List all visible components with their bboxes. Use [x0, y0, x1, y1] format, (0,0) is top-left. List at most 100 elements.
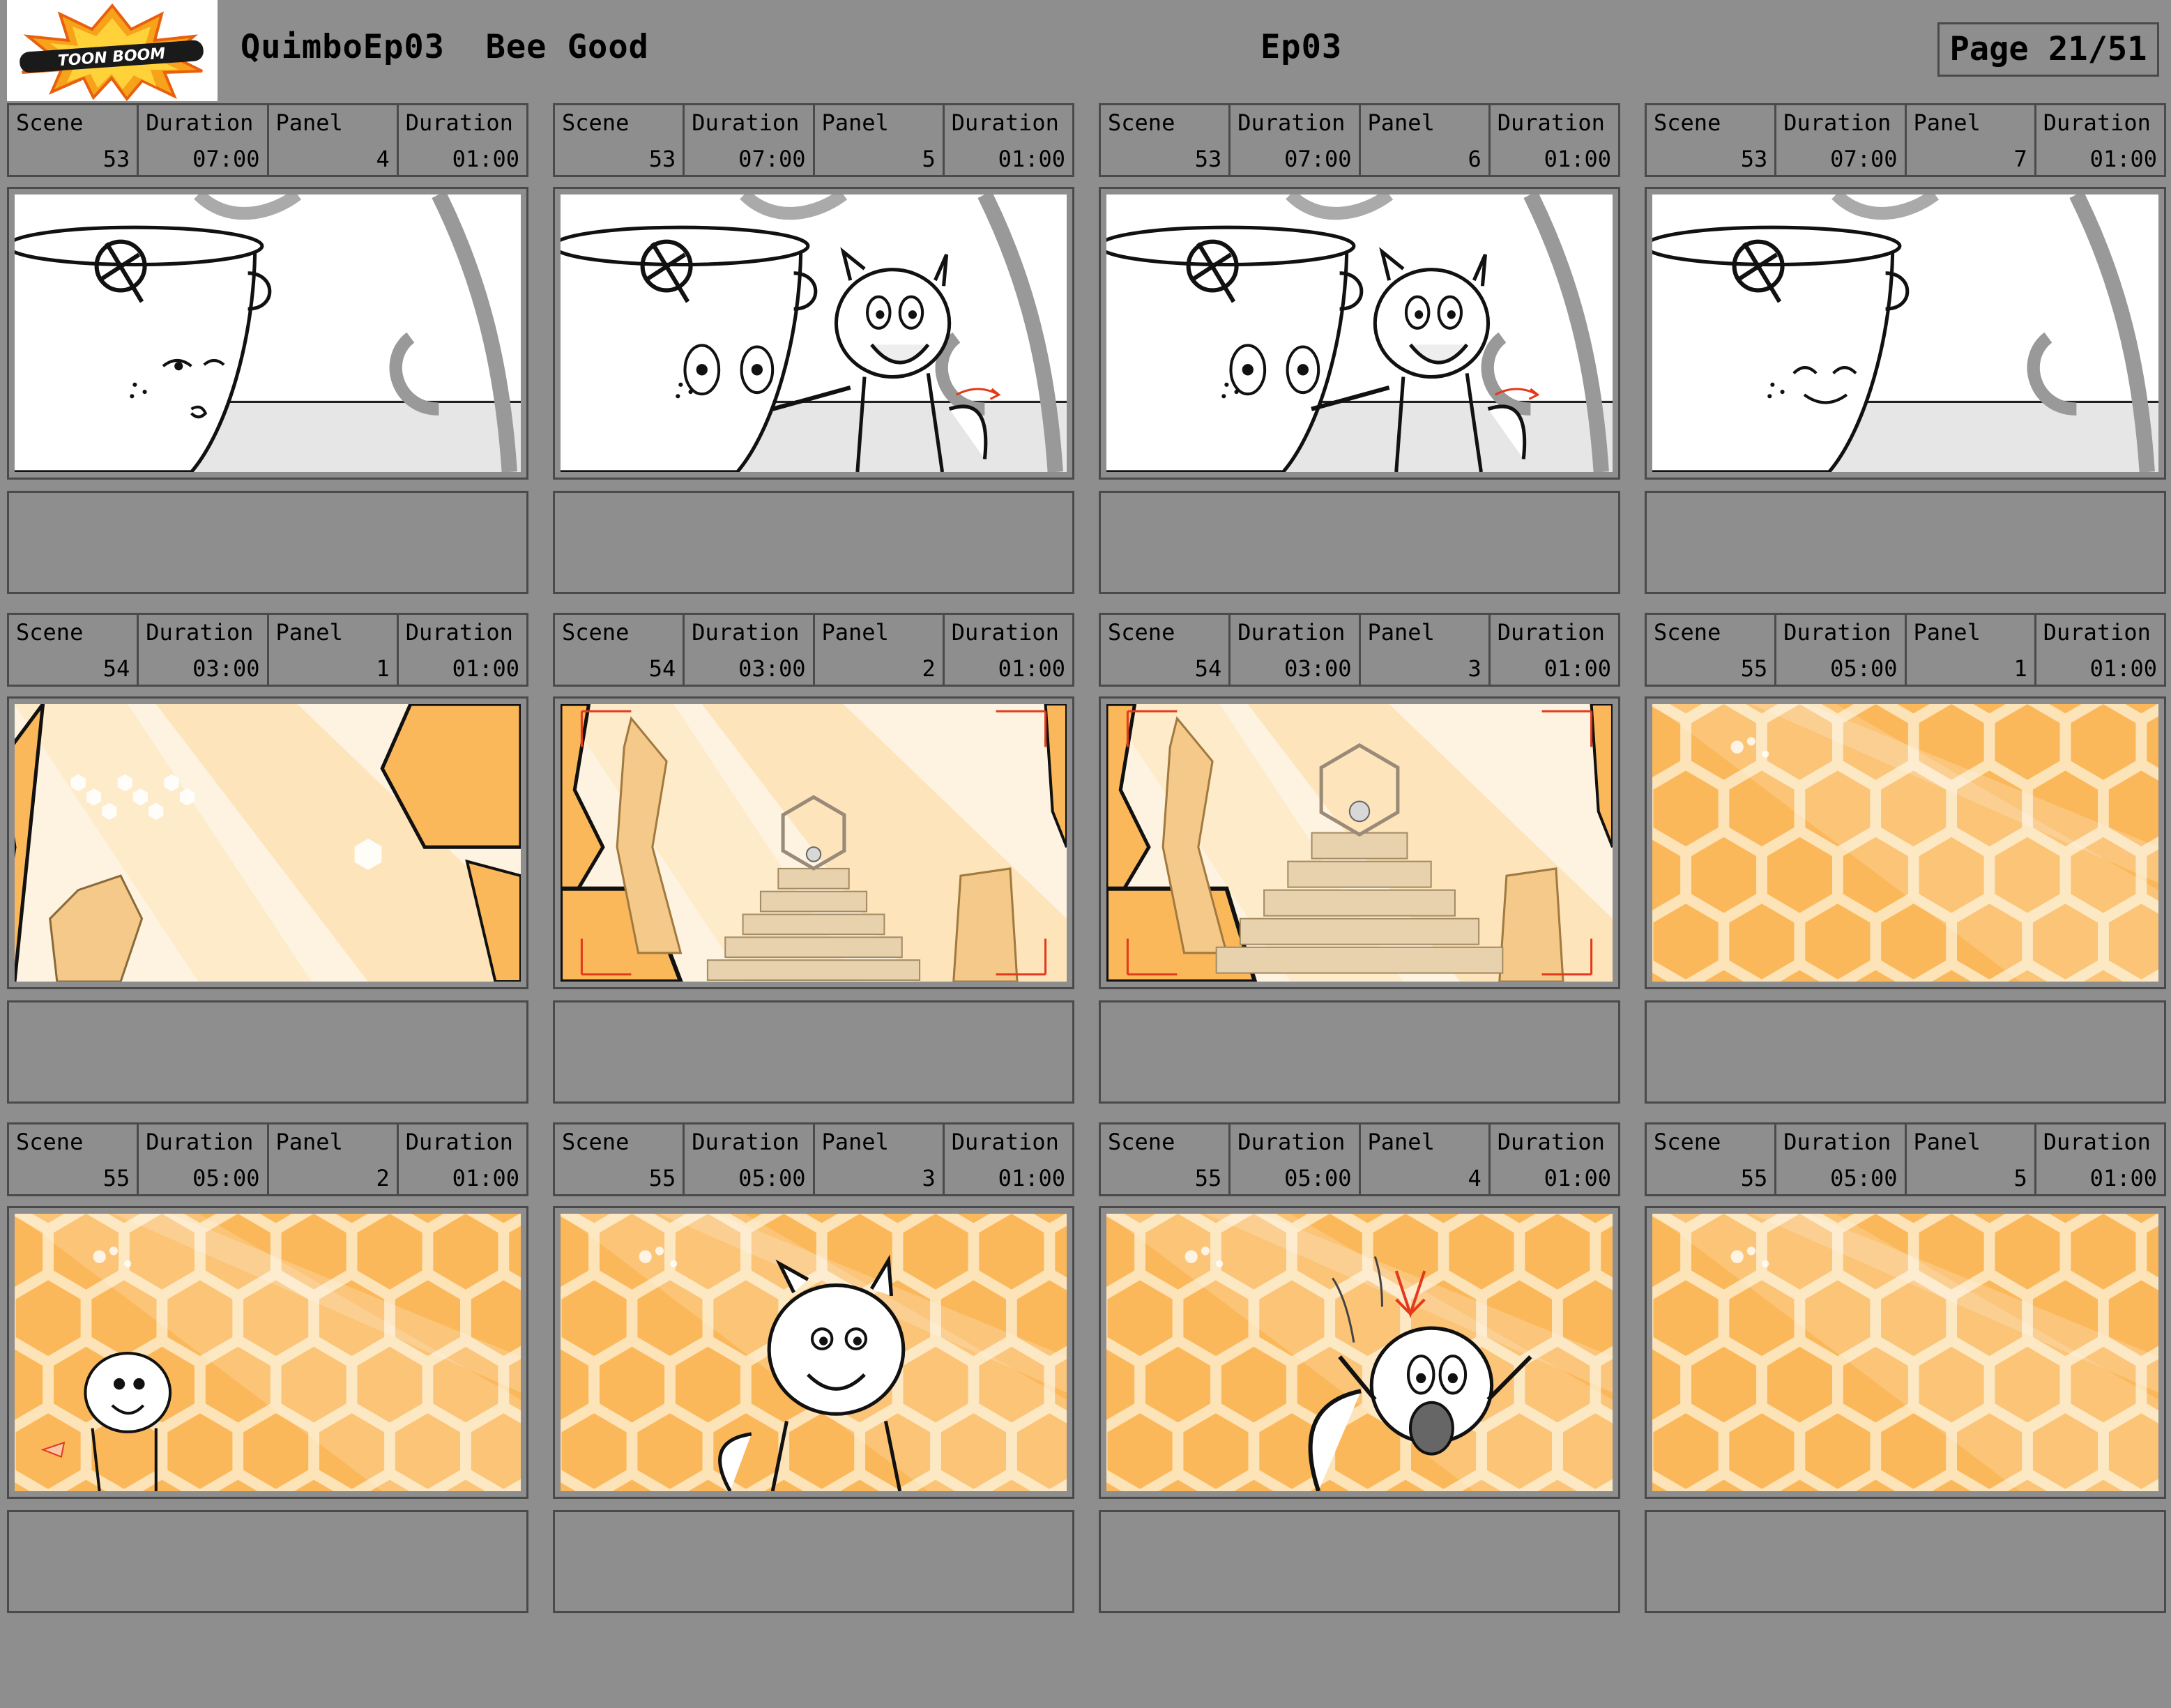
panel-duration-value: 01:00: [452, 1165, 519, 1191]
scene-cell: Scene 55: [9, 1124, 139, 1194]
storyboard-panel-4[interactable]: Scene 53 Duration 07:00 Panel 7 Duration…: [1645, 103, 2166, 689]
panel-info-bar: Scene 54 Duration 03:00 Panel 3 Duration…: [1099, 613, 1620, 687]
panel-image-frame[interactable]: [1645, 187, 2166, 480]
project-name: QuimboEp03: [241, 28, 445, 66]
panel-image-frame[interactable]: [1099, 696, 1620, 989]
scene-duration-cell: Duration 07:00: [1776, 105, 1907, 175]
storyboard-panel-9[interactable]: Scene 55 Duration 05:00 Panel 2 Duration…: [7, 1122, 528, 1708]
panel-notes[interactable]: [553, 1510, 1074, 1613]
panel-cell: Panel 3: [815, 1124, 945, 1194]
storyboard-panel-8[interactable]: Scene 55 Duration 05:00 Panel 1 Duration…: [1645, 613, 2166, 1198]
scene-label: Scene: [1108, 1129, 1175, 1155]
panel-image-frame[interactable]: [553, 187, 1074, 480]
panel-label: Panel: [1367, 619, 1435, 646]
toon-boom-logo: TOON BOOM: [7, 0, 218, 101]
panel-number: 5: [2013, 1165, 2027, 1191]
panel-info-bar: Scene 55 Duration 05:00 Panel 3 Duration…: [553, 1122, 1074, 1196]
panel-cell: Panel 7: [1907, 105, 2036, 175]
panel-duration-cell: Duration 01:00: [399, 1124, 526, 1194]
panel-artwork-hive-interior-light: [15, 704, 521, 982]
scene-duration-value: 05:00: [738, 1165, 806, 1191]
panel-info-bar: Scene 55 Duration 05:00 Panel 4 Duration…: [1099, 1122, 1620, 1196]
panel-notes[interactable]: [1645, 1000, 2166, 1104]
panel-duration-value: 01:00: [998, 655, 1065, 682]
panel-cell: Panel 4: [1361, 1124, 1491, 1194]
panel-duration-value: 01:00: [2089, 146, 2157, 172]
scene-label: Scene: [1654, 619, 1721, 646]
storyboard-panel-10[interactable]: Scene 55 Duration 05:00 Panel 3 Duration…: [553, 1122, 1074, 1708]
panel-image-frame[interactable]: [7, 696, 528, 989]
panel-label: Panel: [821, 619, 889, 646]
storyboard-panel-7[interactable]: Scene 54 Duration 03:00 Panel 3 Duration…: [1099, 613, 1620, 1198]
panel-cell: Panel 1: [1907, 615, 2036, 685]
storyboard-panel-11[interactable]: Scene 55 Duration 05:00 Panel 4 Duration…: [1099, 1122, 1620, 1708]
panel-image-frame[interactable]: [1645, 696, 2166, 989]
scene-label: Scene: [1108, 619, 1175, 646]
panel-notes[interactable]: [7, 1000, 528, 1104]
panel-image-frame[interactable]: [1099, 1206, 1620, 1499]
storyboard-panel-5[interactable]: Scene 54 Duration 03:00 Panel 1 Duration…: [7, 613, 528, 1198]
panel-image-frame[interactable]: [1645, 1206, 2166, 1499]
storyboard-panel-6[interactable]: Scene 54 Duration 03:00 Panel 2 Duration…: [553, 613, 1074, 1198]
episode-title: Bee Good: [485, 28, 649, 66]
panel-duration-value: 01:00: [1544, 1165, 1611, 1191]
panel-info-bar: Scene 53 Duration 07:00 Panel 6 Duration…: [1099, 103, 1620, 177]
panel-artwork-cup-scene-squirrel-pointing: [561, 195, 1067, 472]
panel-artwork-cup-scene-sleepy: [15, 195, 521, 472]
scene-duration-cell: Duration 03:00: [1231, 615, 1361, 685]
panel-artwork-cup-scene-smiling: [1652, 195, 2158, 472]
scene-duration-label: Duration: [146, 1129, 254, 1155]
panel-notes[interactable]: [1099, 491, 1620, 594]
scene-label: Scene: [16, 109, 84, 136]
scene-duration-label: Duration: [692, 1129, 800, 1155]
panel-number: 4: [1468, 1165, 1481, 1191]
panel-number: 1: [2013, 655, 2027, 682]
storyboard-panel-1[interactable]: Scene 53 Duration 07:00 Panel 4 Duration…: [7, 103, 528, 689]
panel-duration-cell: Duration 01:00: [1491, 1124, 1618, 1194]
panel-artwork-honeycomb-squirrel-small: [15, 1214, 521, 1491]
panel-number: 3: [1468, 655, 1481, 682]
panel-image-frame[interactable]: [7, 1206, 528, 1499]
panel-image-frame[interactable]: [7, 187, 528, 480]
panel-notes[interactable]: [7, 1510, 528, 1613]
storyboard-panel-2[interactable]: Scene 53 Duration 07:00 Panel 5 Duration…: [553, 103, 1074, 689]
panel-notes[interactable]: [1645, 491, 2166, 594]
panel-info-bar: Scene 55 Duration 05:00 Panel 1 Duration…: [1645, 613, 2166, 687]
panel-artwork-honeycomb-squirrel-medium: [561, 1214, 1067, 1491]
scene-duration-cell: Duration 05:00: [1776, 615, 1907, 685]
panel-duration-cell: Duration 01:00: [945, 1124, 1072, 1194]
panel-artwork-hive-throne-room: [561, 704, 1067, 982]
panel-info-bar: Scene 54 Duration 03:00 Panel 2 Duration…: [553, 613, 1074, 687]
scene-duration-value: 07:00: [192, 146, 260, 172]
panel-cell: Panel 4: [269, 105, 399, 175]
panel-duration-value: 01:00: [2089, 1165, 2157, 1191]
panel-notes[interactable]: [553, 1000, 1074, 1104]
panel-image-frame[interactable]: [1099, 187, 1620, 480]
panel-duration-label: Duration: [2043, 109, 2151, 136]
panel-info-bar: Scene 54 Duration 03:00 Panel 1 Duration…: [7, 613, 528, 687]
panel-duration-cell: Duration 01:00: [2036, 615, 2164, 685]
scene-duration-value: 03:00: [738, 655, 806, 682]
panel-label: Panel: [1913, 1129, 1981, 1155]
scene-number: 54: [102, 655, 130, 682]
panel-notes[interactable]: [1099, 1000, 1620, 1104]
panel-image-frame[interactable]: [553, 1206, 1074, 1499]
panel-notes[interactable]: [1099, 1510, 1620, 1613]
panel-number: 4: [376, 146, 390, 172]
panel-info-bar: Scene 55 Duration 05:00 Panel 5 Duration…: [1645, 1122, 2166, 1196]
scene-number: 55: [102, 1165, 130, 1191]
panel-notes[interactable]: [7, 491, 528, 594]
panel-number: 7: [2013, 146, 2027, 172]
panel-artwork-honeycomb-background-empty: [1652, 1214, 2158, 1491]
panel-notes[interactable]: [1645, 1510, 2166, 1613]
storyboard-panel-12[interactable]: Scene 55 Duration 05:00 Panel 5 Duration…: [1645, 1122, 2166, 1708]
panel-label: Panel: [821, 1129, 889, 1155]
panel-notes[interactable]: [553, 491, 1074, 594]
panel-duration-value: 01:00: [1544, 146, 1611, 172]
panel-duration-label: Duration: [1497, 109, 1605, 136]
panel-image-frame[interactable]: [553, 696, 1074, 989]
panel-duration-label: Duration: [405, 109, 513, 136]
panel-duration-value: 01:00: [998, 146, 1065, 172]
panel-duration-cell: Duration 01:00: [945, 105, 1072, 175]
storyboard-panel-3[interactable]: Scene 53 Duration 07:00 Panel 6 Duration…: [1099, 103, 1620, 689]
